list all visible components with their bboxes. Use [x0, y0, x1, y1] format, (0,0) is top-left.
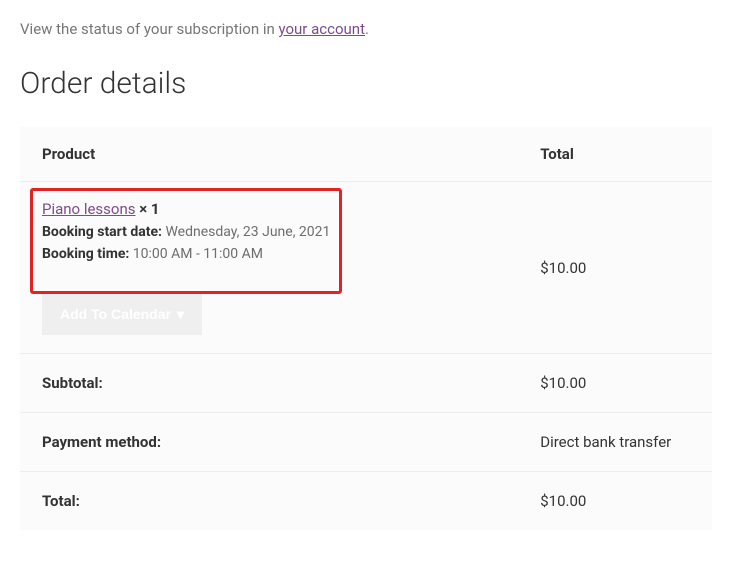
header-product: Product: [20, 127, 518, 182]
booking-time-label: Booking time:: [42, 246, 129, 262]
intro-suffix: .: [365, 20, 369, 38]
product-total-cell: $10.00: [518, 182, 712, 354]
payment-method-value: Direct bank transfer: [518, 413, 712, 472]
booking-time-line: Booking time: 10:00 AM - 11:00 AM: [42, 246, 496, 262]
booking-date-line: Booking start date: Wednesday, 23 June, …: [42, 224, 496, 240]
booking-time-value: 10:00 AM - 11:00 AM: [129, 246, 263, 262]
subtotal-row: Subtotal: $10.00: [20, 354, 712, 413]
intro-text: View the status of your subscription in …: [20, 20, 712, 38]
booking-date-label: Booking start date:: [42, 224, 162, 240]
chevron-down-icon: ▾: [177, 306, 184, 323]
subtotal-value: $10.00: [518, 354, 712, 413]
product-link[interactable]: Piano lessons: [42, 200, 136, 218]
table-row: Piano lessons × 1 Booking start date: We…: [20, 182, 712, 354]
payment-method-label: Payment method:: [20, 413, 518, 472]
page-title: Order details: [20, 66, 712, 101]
add-calendar-label: Add To Calendar: [60, 306, 171, 322]
total-label: Total:: [20, 472, 518, 531]
subtotal-label: Subtotal:: [20, 354, 518, 413]
total-value: $10.00: [518, 472, 712, 531]
qty-separator: ×: [136, 200, 151, 218]
intro-prefix: View the status of your subscription in: [20, 20, 279, 38]
payment-method-row: Payment method: Direct bank transfer: [20, 413, 712, 472]
product-cell: Piano lessons × 1 Booking start date: We…: [20, 182, 518, 354]
order-details-table: Product Total Piano lessons × 1 Booking …: [20, 127, 712, 530]
your-account-link[interactable]: your account: [279, 20, 366, 38]
qty-value: 1: [151, 200, 160, 218]
booking-date-value: Wednesday, 23 June, 2021: [162, 224, 330, 240]
header-total: Total: [518, 127, 712, 182]
total-row: Total: $10.00: [20, 472, 712, 531]
add-to-calendar-button[interactable]: Add To Calendar ▾: [42, 294, 202, 335]
